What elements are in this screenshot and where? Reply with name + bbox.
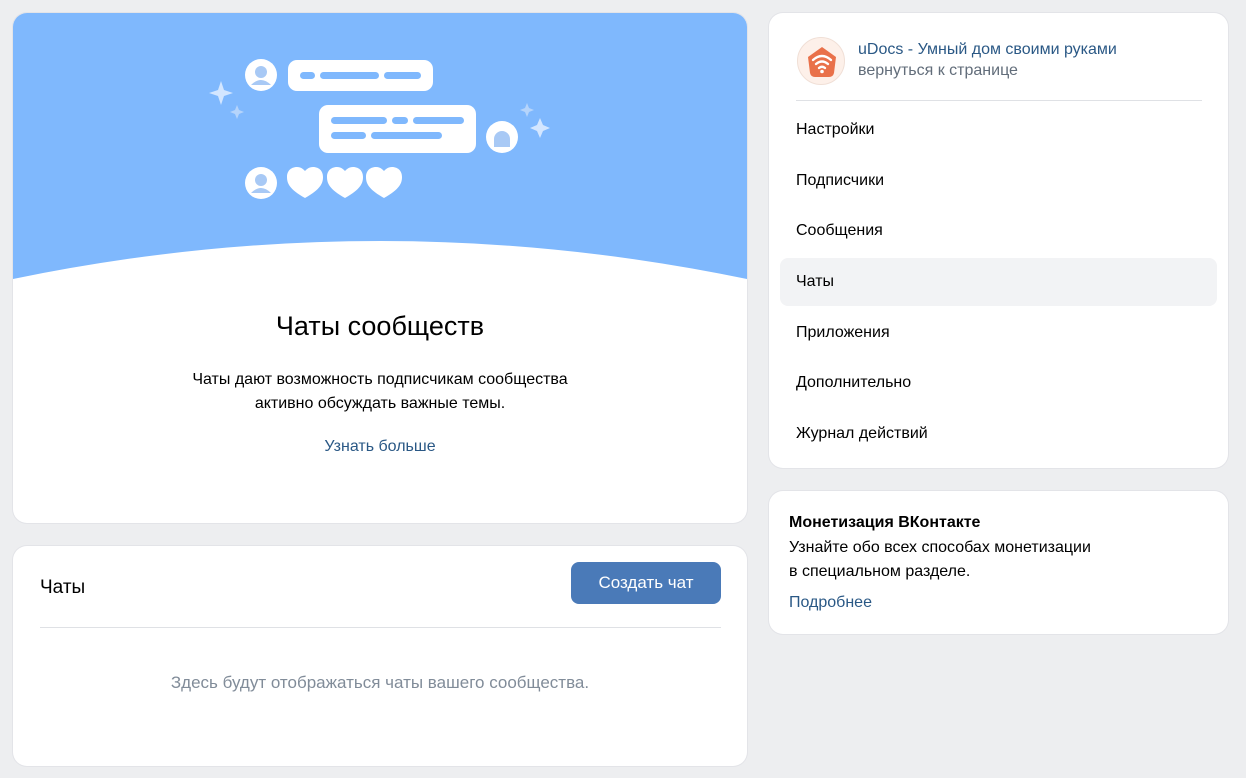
sidebar-item-settings[interactable]: Настройки [780, 106, 1217, 154]
community-header[interactable]: uDocs - Умный дом своими руками вернутьс… [797, 35, 1217, 85]
monetization-text-line: в специальном разделе. [789, 563, 971, 580]
chat-illustration-banner [13, 13, 747, 279]
promo-card: Чаты сообществ Чаты дают возможность под… [13, 13, 747, 523]
learn-more-link[interactable]: Узнать больше [13, 438, 747, 456]
monetization-text: Узнайте обо всех способах монетизации в … [789, 536, 1169, 584]
monetization-card: Монетизация ВКонтакте Узнайте обо всех с… [769, 491, 1228, 634]
promo-description-line: активно обсуждать важные темы. [254, 395, 506, 412]
settings-nav-list: Настройки Подписчики Сообщения Чаты Прил… [780, 106, 1217, 461]
promo-description: Чаты дают возможность подписчикам сообще… [163, 368, 597, 416]
monetization-title: Монетизация ВКонтакте [789, 514, 981, 531]
sidebar-item-action-log[interactable]: Журнал действий [780, 410, 1217, 458]
divider [40, 627, 721, 628]
create-chat-button[interactable]: Создать чат [571, 562, 721, 604]
chats-card: Чаты Создать чат Здесь будут отображатьс… [13, 546, 747, 766]
community-avatar [797, 37, 845, 85]
sidebar-item-apps[interactable]: Приложения [780, 309, 1217, 357]
user-avatar-icon [245, 59, 277, 91]
sidebar-item-chats[interactable]: Чаты [780, 258, 1217, 307]
sidebar-item-advanced[interactable]: Дополнительно [780, 359, 1217, 407]
promo-title: Чаты сообществ [275, 311, 485, 341]
back-to-page-link[interactable]: вернуться к странице [858, 62, 1018, 80]
monetization-text-line: Узнайте обо всех способах монетизации [789, 539, 1091, 556]
user-avatar-icon [486, 121, 518, 153]
divider [796, 100, 1202, 101]
community-name-link[interactable]: uDocs - Умный дом своими руками [858, 41, 1117, 59]
settings-sidebar: uDocs - Умный дом своими руками вернутьс… [769, 13, 1228, 468]
promo-description-line: Чаты дают возможность подписчикам сообще… [192, 371, 568, 388]
user-avatar-icon [245, 167, 277, 199]
chats-section-title: Чаты [40, 577, 86, 598]
sidebar-item-messages[interactable]: Сообщения [780, 207, 1217, 255]
wifi-home-logo-icon [808, 47, 836, 77]
monetization-more-link[interactable]: Подробнее [789, 594, 872, 612]
chats-empty-state: Здесь будут отображаться чаты вашего соо… [170, 673, 590, 692]
sidebar-item-subscribers[interactable]: Подписчики [780, 157, 1217, 205]
